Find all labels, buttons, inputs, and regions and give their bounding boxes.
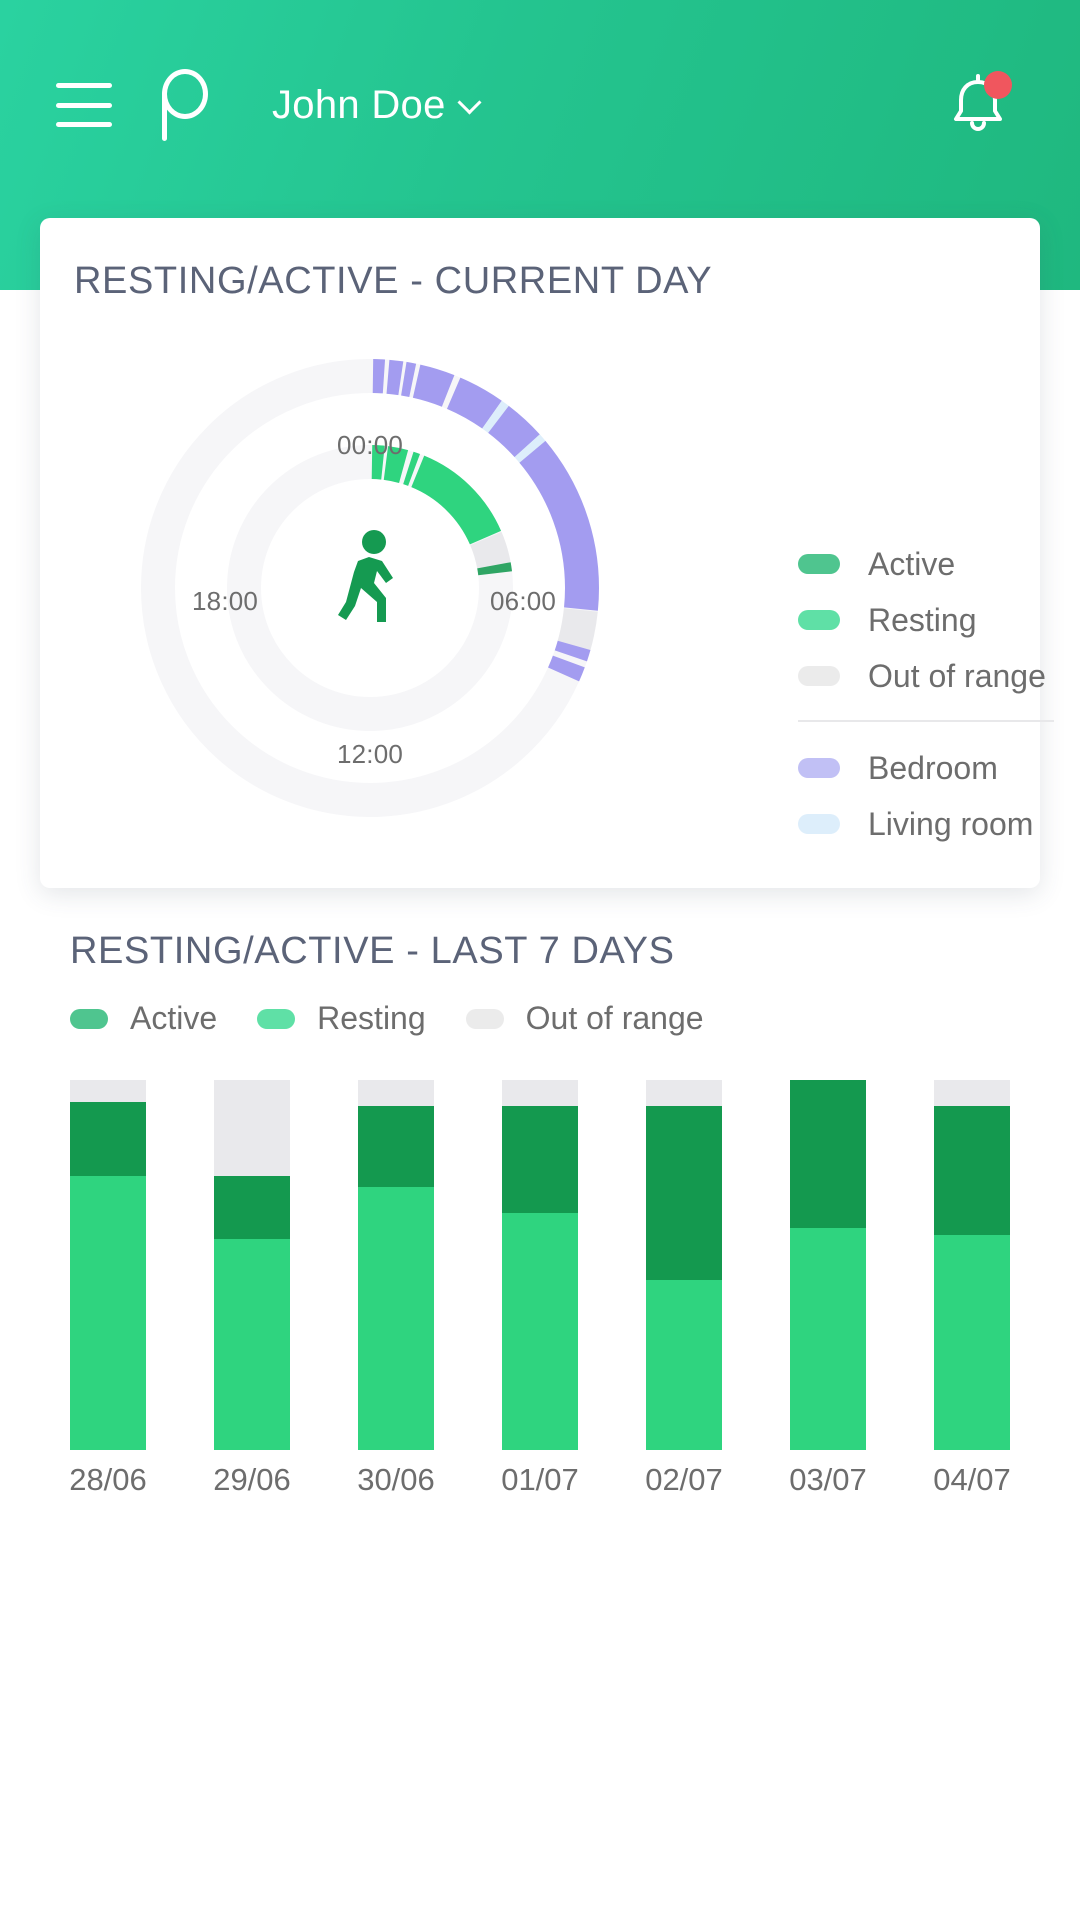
- bar-segment-out-of-range: [502, 1080, 578, 1106]
- bar-segment-resting: [790, 1228, 866, 1450]
- legend-swatch-living-room: [798, 814, 840, 834]
- bar-legend-item-active[interactable]: Active: [70, 1000, 217, 1037]
- user-name-label: John Doe: [272, 82, 446, 127]
- tick-label-1800: 18:00: [192, 586, 259, 616]
- bar-legend-swatch-resting: [257, 1008, 296, 1029]
- bar-legend-item-resting[interactable]: Resting: [257, 1000, 426, 1037]
- bar-segment-active: [214, 1176, 290, 1240]
- bar-column[interactable]: [502, 1080, 578, 1450]
- bar-segment-active: [790, 1080, 866, 1228]
- legend-item-out-of-range[interactable]: Out of range: [798, 648, 1066, 704]
- legend-item-resting[interactable]: Resting: [798, 592, 1066, 648]
- bar-column[interactable]: [214, 1080, 290, 1450]
- tick-label-1200: 12:00: [336, 739, 404, 769]
- bar-x-label: 03/07: [789, 1462, 867, 1497]
- notification-bell-button[interactable]: [948, 71, 1012, 137]
- legend-label-resting: Resting: [868, 601, 977, 638]
- brand-p-logo-icon[interactable]: [160, 69, 218, 141]
- tick-label-0600: 06:00: [490, 586, 557, 616]
- bar-segment-resting: [214, 1239, 290, 1450]
- bar-legend-swatch-active: [70, 1008, 108, 1029]
- bar-x-label: 02/07: [645, 1462, 723, 1497]
- bar-segment-active: [646, 1105, 722, 1280]
- bar-segment-resting: [502, 1213, 578, 1450]
- bar-column[interactable]: [934, 1080, 1010, 1450]
- notification-unread-badge: [984, 71, 1012, 99]
- bar-x-label: 29/06: [213, 1462, 291, 1497]
- bar-legend-label-resting: Resting: [317, 1000, 426, 1036]
- legend-label-active: Active: [868, 545, 956, 582]
- legend-label-bedroom: Bedroom: [868, 749, 998, 786]
- header-toolbar: John Doe: [0, 62, 1080, 148]
- tick-label-0000: 00:00: [336, 430, 404, 460]
- last-7-days-title: RESTING/ACTIVE - LAST 7 DAYS: [70, 930, 675, 972]
- bar-column[interactable]: [790, 1080, 866, 1450]
- stacked-bar-chart: [70, 1080, 1010, 1450]
- bar-segment-out-of-range: [214, 1080, 290, 1177]
- legend-swatch-resting: [798, 610, 840, 630]
- legend-label-out-of-range: Out of range: [868, 657, 1046, 694]
- bar-segment-active: [502, 1105, 578, 1214]
- legend-swatch-bedroom: [798, 758, 840, 778]
- legend-item-living-room[interactable]: Living room: [798, 796, 1066, 852]
- bar-legend-label-active: Active: [130, 1000, 218, 1036]
- bar-segment-active: [358, 1105, 434, 1188]
- bar-segment-out-of-range: [70, 1080, 146, 1103]
- current-day-card: RESTING/ACTIVE - CURRENT DAY 00:00 06:00…: [40, 218, 1054, 888]
- bar-x-label: 01/07: [501, 1462, 579, 1497]
- bar-chart-x-axis-labels: 28/06 29/06 30/06 01/07 02/07 03/07 04/07: [69, 1462, 1011, 1512]
- bar-segment-active: [934, 1105, 1010, 1236]
- hamburger-bar: [56, 102, 112, 108]
- hamburger-menu-icon[interactable]: [56, 83, 112, 127]
- bar-legend-label-out-of-range: Out of range: [525, 1000, 704, 1036]
- bar-segment-out-of-range: [934, 1080, 1010, 1106]
- walking-person-icon: [336, 530, 406, 626]
- bar-column[interactable]: [70, 1080, 146, 1450]
- legend-swatch-active: [798, 554, 840, 574]
- bar-segment-out-of-range: [646, 1080, 722, 1106]
- legend-item-bedroom[interactable]: Bedroom: [798, 740, 1066, 796]
- bar-segment-resting: [358, 1187, 434, 1450]
- bar-legend-item-out-of-range[interactable]: Out of range: [465, 1000, 704, 1037]
- bar-segment-active: [70, 1102, 146, 1177]
- legend-divider: [798, 720, 1054, 722]
- bar-x-label: 30/06: [357, 1462, 435, 1497]
- bar-segment-resting: [70, 1176, 146, 1450]
- legend-label-living-room: Living room: [868, 805, 1034, 842]
- bar-x-label: 28/06: [69, 1462, 147, 1497]
- bar-column[interactable]: [646, 1080, 722, 1450]
- bar-chart-legend: Active Resting Out of range: [70, 1000, 744, 1037]
- bar-segment-out-of-range: [358, 1080, 434, 1106]
- radial-activity-chart: 00:00 06:00 12:00 18:00: [50, 308, 690, 868]
- logo-ring: [162, 69, 208, 119]
- bar-legend-swatch-out-of-range: [465, 1008, 504, 1029]
- user-menu[interactable]: John Doe: [272, 83, 480, 128]
- logo-stem: [162, 91, 167, 141]
- hamburger-bar: [56, 122, 112, 127]
- hamburger-bar: [56, 83, 112, 88]
- bar-column[interactable]: [358, 1080, 434, 1450]
- bar-segment-resting: [934, 1235, 1010, 1450]
- legend-item-active[interactable]: Active: [798, 536, 1066, 592]
- radial-chart-legend: Active Resting Out of range Bedroom Livi…: [798, 536, 1066, 852]
- bar-segment-resting: [646, 1279, 722, 1450]
- chevron-down-icon: [460, 94, 480, 114]
- legend-swatch-out-of-range: [798, 666, 840, 686]
- bar-x-label: 04/07: [933, 1462, 1011, 1497]
- current-day-card-title: RESTING/ACTIVE - CURRENT DAY: [74, 260, 713, 302]
